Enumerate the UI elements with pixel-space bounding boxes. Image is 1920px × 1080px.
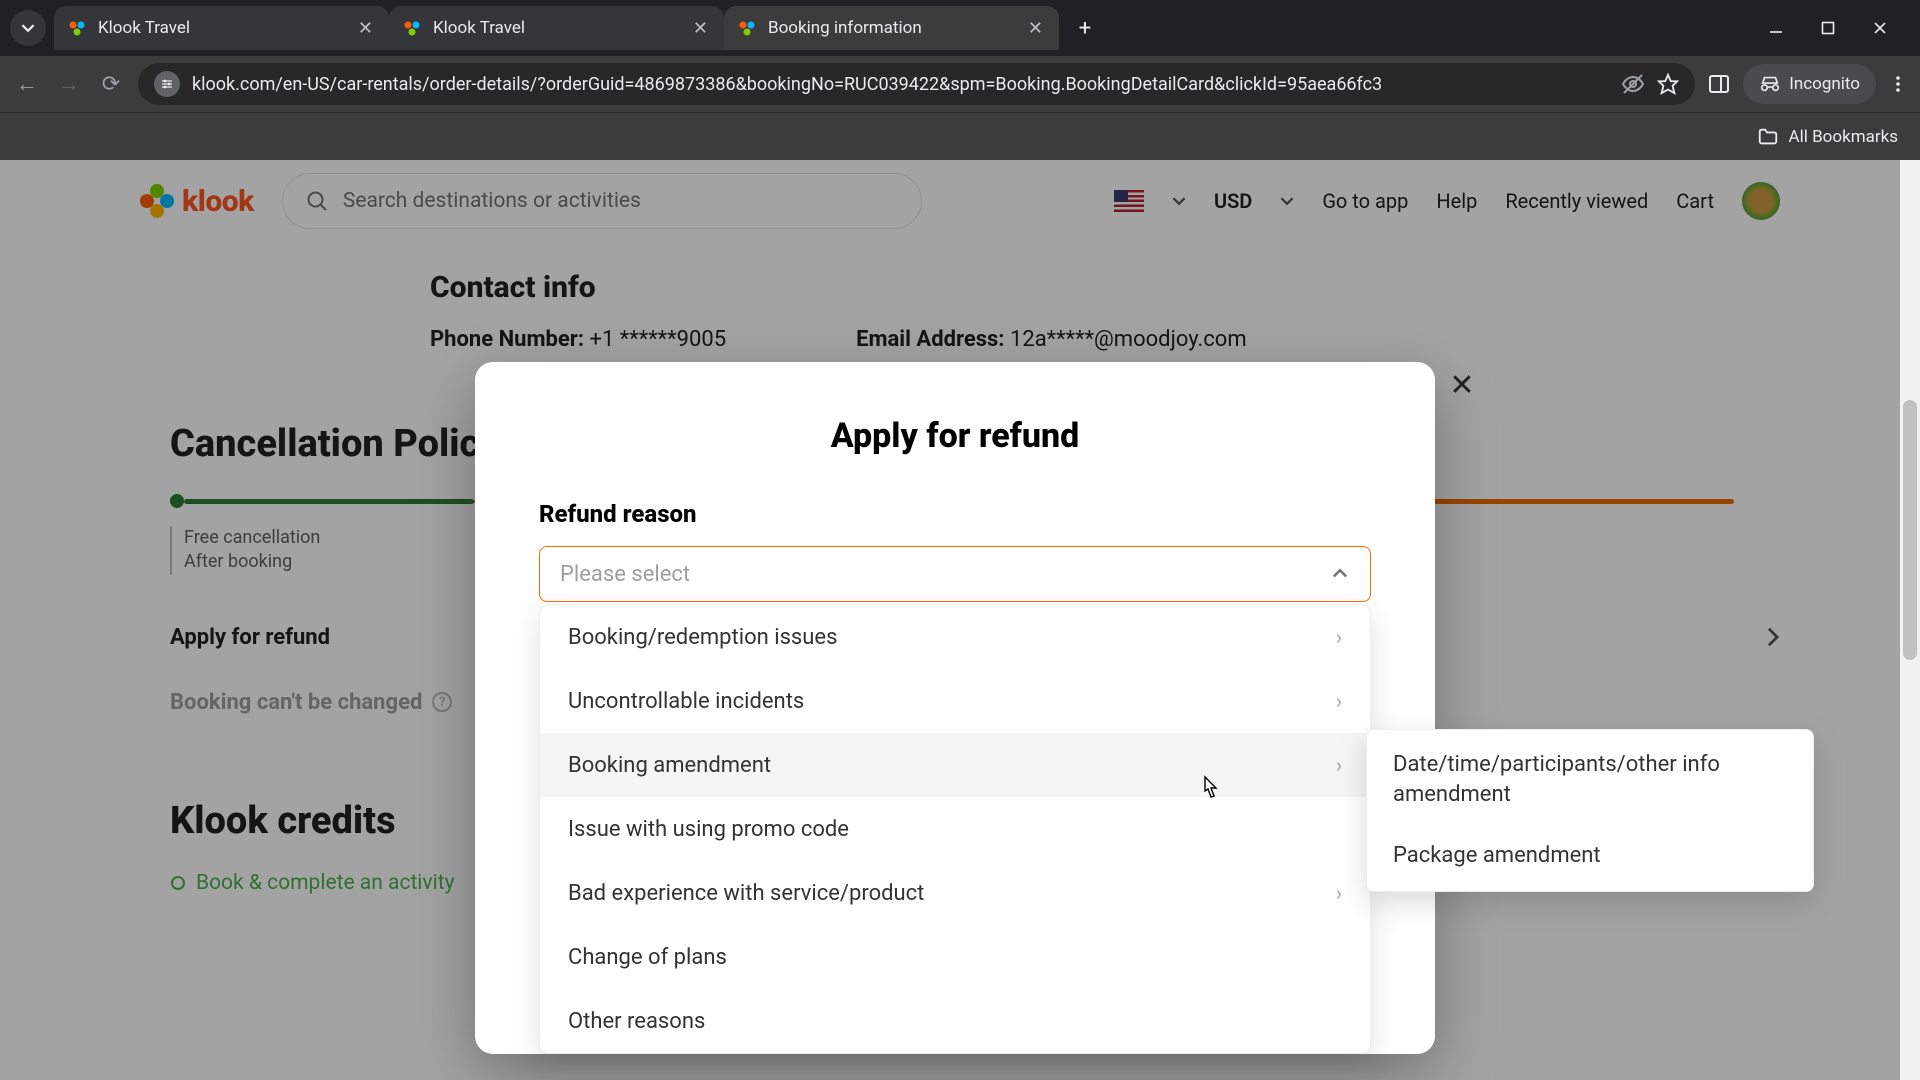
submenu-option-0[interactable]: Date/time/participants/other info amendm…	[1367, 734, 1813, 825]
dropdown-option-0[interactable]: Booking/redemption issues ›	[540, 605, 1370, 669]
tab-title: Klook Travel	[98, 18, 354, 38]
forward-icon[interactable]: →	[54, 71, 84, 97]
refund-modal: ✕ Apply for refund Refund reason Please …	[475, 362, 1435, 1054]
chevron-right-icon: ›	[1336, 753, 1342, 777]
refund-reason-select[interactable]: Please select	[539, 546, 1371, 602]
klook-favicon	[66, 17, 88, 39]
dropdown-option-6[interactable]: Other reasons	[540, 989, 1370, 1053]
url-text: klook.com/en-US/car-rentals/order-detail…	[192, 74, 1609, 95]
tab-close-icon[interactable]: ✕	[354, 18, 377, 39]
chevron-right-icon: ›	[1336, 625, 1342, 649]
tab-strip: Klook Travel ✕ Klook Travel ✕ Booking in…	[0, 0, 1920, 56]
tab-2[interactable]: Booking information ✕	[724, 6, 1059, 50]
kebab-menu-icon[interactable]	[1888, 74, 1908, 94]
incognito-label: Incognito	[1789, 74, 1860, 94]
dropdown-option-1[interactable]: Uncontrollable incidents ›	[540, 669, 1370, 733]
folder-icon	[1757, 126, 1779, 148]
klook-favicon	[736, 17, 758, 39]
bookmarks-bar: All Bookmarks	[0, 112, 1920, 160]
scrollbar-thumb[interactable]	[1903, 400, 1917, 660]
klook-favicon	[401, 17, 423, 39]
vertical-scrollbar[interactable]	[1900, 160, 1920, 1080]
site-settings-icon[interactable]	[154, 71, 180, 97]
refund-reason-submenu: Date/time/participants/other info amendm…	[1366, 729, 1814, 892]
select-placeholder: Please select	[560, 562, 690, 587]
side-panel-icon[interactable]	[1707, 72, 1731, 96]
chevron-right-icon: ›	[1336, 881, 1342, 905]
minimize-icon[interactable]	[1764, 16, 1788, 40]
bookmark-star-icon[interactable]	[1657, 73, 1679, 95]
tab-0[interactable]: Klook Travel ✕	[54, 6, 389, 50]
close-modal-button[interactable]: ✕	[1437, 360, 1487, 410]
close-window-icon[interactable]	[1868, 16, 1892, 40]
omnibox[interactable]: klook.com/en-US/car-rentals/order-detail…	[138, 63, 1695, 105]
tab-title: Klook Travel	[433, 18, 689, 38]
submenu-option-1[interactable]: Package amendment	[1367, 825, 1813, 887]
tab-search-button[interactable]	[10, 10, 46, 46]
reload-icon[interactable]: ⟳	[96, 72, 126, 97]
modal-field-label: Refund reason	[539, 500, 1371, 528]
tab-close-icon[interactable]: ✕	[1024, 18, 1047, 39]
dropdown-option-4[interactable]: Bad experience with service/product ›	[540, 861, 1370, 925]
eye-off-icon[interactable]	[1621, 72, 1645, 96]
incognito-chip[interactable]: Incognito	[1743, 64, 1876, 104]
address-bar: ← → ⟳ klook.com/en-US/car-rentals/order-…	[0, 56, 1920, 112]
all-bookmarks-link[interactable]: All Bookmarks	[1789, 127, 1898, 147]
modal-title: Apply for refund	[539, 416, 1371, 456]
chevron-up-icon	[1330, 564, 1350, 584]
tab-1[interactable]: Klook Travel ✕	[389, 6, 724, 50]
maximize-icon[interactable]	[1816, 16, 1840, 40]
tab-title: Booking information	[768, 18, 1024, 38]
new-tab-button[interactable]: +	[1067, 10, 1103, 46]
refund-reason-dropdown: Booking/redemption issues › Uncontrollab…	[539, 604, 1371, 1054]
dropdown-option-5[interactable]: Change of plans	[540, 925, 1370, 989]
dropdown-option-3[interactable]: Issue with using promo code	[540, 797, 1370, 861]
viewport: klook Search destinations or activities …	[0, 160, 1920, 1080]
chevron-right-icon: ›	[1336, 689, 1342, 713]
window-controls	[1764, 16, 1910, 40]
dropdown-option-2[interactable]: Booking amendment ›	[540, 733, 1370, 797]
back-icon[interactable]: ←	[12, 71, 42, 97]
browser-window: Klook Travel ✕ Klook Travel ✕ Booking in…	[0, 0, 1920, 1080]
tab-close-icon[interactable]: ✕	[689, 18, 712, 39]
